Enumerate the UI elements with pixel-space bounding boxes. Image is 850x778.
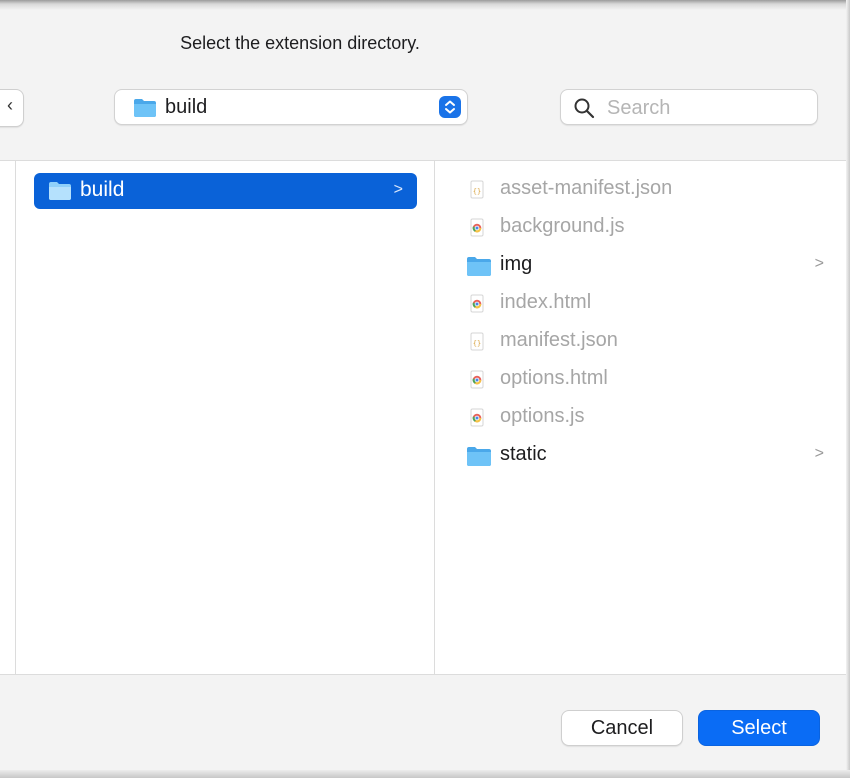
svg-text:{}: {} <box>473 188 481 196</box>
column-divider <box>15 161 16 674</box>
column2-item-static[interactable]: static > <box>462 439 832 473</box>
search-input[interactable] <box>605 94 809 122</box>
folder-label: img <box>500 253 533 275</box>
back-button[interactable]: ‹ <box>0 89 24 127</box>
chrome-file-icon <box>470 218 484 237</box>
window-bottom-edge <box>0 770 850 778</box>
chevron-right-icon: > <box>814 255 824 272</box>
column2-item-options-js: options.js <box>462 401 832 435</box>
column1-item-build[interactable]: build > <box>34 173 417 209</box>
file-label: background.js <box>500 215 625 237</box>
folder-icon <box>467 447 491 466</box>
folder-icon <box>134 99 156 117</box>
search-field[interactable] <box>560 89 818 125</box>
column2-item-asset-manifest: {} asset-manifest.json <box>462 173 832 207</box>
chrome-file-icon <box>470 294 484 313</box>
column2-item-img[interactable]: img > <box>462 249 832 283</box>
select-button[interactable]: Select <box>698 710 820 746</box>
window-right-edge <box>846 0 850 778</box>
column2-item-background-js: background.js <box>462 211 832 245</box>
file-label: asset-manifest.json <box>500 177 673 199</box>
svg-text:{}: {} <box>473 340 481 348</box>
json-file-icon: {} <box>470 332 484 351</box>
file-label: manifest.json <box>500 329 618 351</box>
chrome-file-icon <box>470 408 484 427</box>
column-browser: build > {} asset-manifest.json backgroun… <box>0 160 850 675</box>
location-popup[interactable]: build <box>114 89 468 125</box>
folder-label: static <box>500 443 547 465</box>
location-label: build <box>165 96 208 118</box>
column2-item-index-html: index.html <box>462 287 832 321</box>
magnifying-glass-icon <box>574 98 595 119</box>
json-file-icon: {} <box>470 180 484 199</box>
file-label: options.js <box>500 405 585 427</box>
column-divider[interactable] <box>434 161 435 674</box>
folder-icon <box>467 257 491 276</box>
window-top-edge <box>0 0 850 10</box>
column2-item-options-html: options.html <box>462 363 832 397</box>
file-label: options.html <box>500 367 608 389</box>
chevron-right-icon: > <box>393 181 403 198</box>
chrome-file-icon <box>470 370 484 389</box>
file-label: index.html <box>500 291 592 313</box>
chevron-left-icon: ‹ <box>7 95 13 115</box>
cancel-button[interactable]: Cancel <box>561 710 683 746</box>
column2-item-manifest-json: {} manifest.json <box>462 325 832 359</box>
file-chooser-dialog: Select the extension directory. ‹ build <box>0 0 850 778</box>
dialog-prompt: Select the extension directory. <box>180 33 420 53</box>
column1-item-label: build <box>80 178 125 201</box>
folder-icon <box>49 182 71 200</box>
chevron-right-icon: > <box>814 445 824 462</box>
chevron-up-down-icon[interactable] <box>439 96 461 118</box>
